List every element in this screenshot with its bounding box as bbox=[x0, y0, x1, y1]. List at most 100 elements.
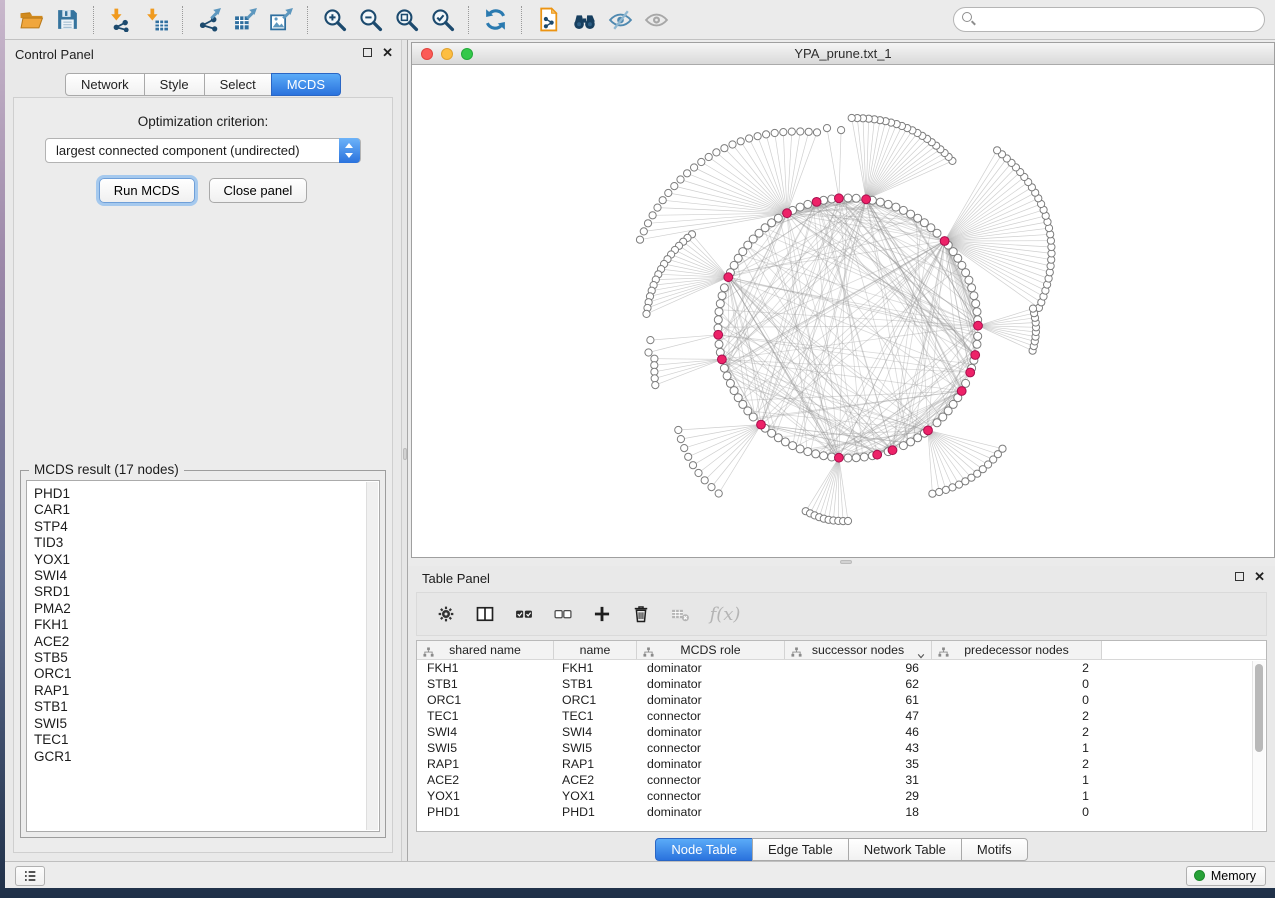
open-file-button[interactable] bbox=[13, 4, 49, 36]
list-icon bbox=[20, 868, 40, 884]
zoom-fit-button[interactable] bbox=[388, 4, 424, 36]
mcds-result-item[interactable]: ACE2 bbox=[34, 634, 379, 650]
tab-mcds[interactable]: MCDS bbox=[271, 73, 341, 96]
export-table-button[interactable] bbox=[227, 4, 263, 36]
cell-empty bbox=[1102, 692, 1266, 708]
result-list-scrollbar[interactable] bbox=[366, 482, 378, 830]
minimize-window-icon[interactable] bbox=[441, 48, 453, 60]
mcds-result-item[interactable]: TID3 bbox=[34, 535, 379, 551]
table-row[interactable]: RAP1RAP1dominator352 bbox=[417, 756, 1266, 772]
apply-layout-button[interactable] bbox=[477, 4, 513, 36]
mcds-result-item[interactable]: YOX1 bbox=[34, 552, 379, 568]
column-header-name[interactable]: name bbox=[554, 641, 637, 659]
unselect-all-button[interactable] bbox=[548, 599, 578, 629]
zoom-out-button[interactable] bbox=[352, 4, 388, 36]
table-row[interactable]: YOX1YOX1connector291 bbox=[417, 788, 1266, 804]
mcds-result-item[interactable]: SWI5 bbox=[34, 716, 379, 732]
column-label: successor nodes bbox=[812, 643, 904, 657]
hide-selected-button[interactable] bbox=[602, 4, 638, 36]
save-session-button[interactable] bbox=[49, 4, 85, 36]
mcds-result-item[interactable]: CAR1 bbox=[34, 502, 379, 518]
mcds-result-item[interactable]: TEC1 bbox=[34, 732, 379, 748]
mcds-result-item[interactable]: STB1 bbox=[34, 699, 379, 715]
run-mcds-button[interactable]: Run MCDS bbox=[99, 178, 195, 203]
find-button[interactable] bbox=[566, 4, 602, 36]
tab-edge-table[interactable]: Edge Table bbox=[752, 838, 849, 861]
mcds-result-item[interactable]: PMA2 bbox=[34, 601, 379, 617]
column-header-predecessor-nodes[interactable]: predecessor nodes bbox=[932, 641, 1102, 659]
task-history-button[interactable] bbox=[15, 866, 45, 886]
cell-empty bbox=[1102, 788, 1266, 804]
mcds-result-item[interactable]: SWI4 bbox=[34, 568, 379, 584]
table-panel-title: Table Panel bbox=[422, 571, 490, 586]
table-row[interactable]: PHD1PHD1dominator180 bbox=[417, 804, 1266, 820]
add-column-button[interactable] bbox=[587, 599, 617, 629]
table-row[interactable]: TEC1TEC1connector472 bbox=[417, 708, 1266, 724]
memory-button[interactable]: Memory bbox=[1186, 866, 1266, 886]
export-network-button[interactable] bbox=[191, 4, 227, 36]
network-view-window: YPA_prune.txt_1 bbox=[411, 42, 1275, 558]
mcds-result-item[interactable]: SRD1 bbox=[34, 584, 379, 600]
close-panel-button[interactable]: Close panel bbox=[209, 178, 308, 203]
close-panel-icon[interactable]: ✕ bbox=[1254, 571, 1265, 582]
network-from-selection-icon bbox=[536, 7, 561, 32]
mcds-result-item[interactable]: RAP1 bbox=[34, 683, 379, 699]
float-panel-icon[interactable] bbox=[1235, 572, 1244, 581]
mcds-result-item[interactable]: FKH1 bbox=[34, 617, 379, 633]
close-panel-icon[interactable]: ✕ bbox=[382, 47, 393, 58]
network-from-selection-button[interactable] bbox=[530, 4, 566, 36]
export-network-icon bbox=[197, 7, 222, 32]
import-network-button[interactable] bbox=[102, 4, 138, 36]
cell-successor-nodes: 18 bbox=[785, 804, 932, 820]
tab-network[interactable]: Network bbox=[65, 73, 145, 96]
tab-network-table[interactable]: Network Table bbox=[848, 838, 962, 861]
tab-select[interactable]: Select bbox=[204, 73, 272, 96]
column-header-successor-nodes[interactable]: successor nodes bbox=[785, 641, 932, 659]
cell-predecessor-nodes: 1 bbox=[932, 788, 1102, 804]
maximize-window-icon[interactable] bbox=[461, 48, 473, 60]
table-options-button[interactable] bbox=[431, 599, 461, 629]
network-canvas[interactable] bbox=[412, 66, 1274, 557]
show-all-button[interactable] bbox=[638, 4, 674, 36]
delete-column-button[interactable] bbox=[626, 599, 656, 629]
mcds-result-list[interactable]: PHD1CAR1STP4TID3YOX1SWI4SRD1PMA2FKH1ACE2… bbox=[26, 480, 380, 832]
column-header-MCDS-role[interactable]: MCDS role bbox=[637, 641, 785, 659]
table-row[interactable]: SWI5SWI5connector431 bbox=[417, 740, 1266, 756]
export-image-button[interactable] bbox=[263, 4, 299, 36]
table-row[interactable]: STB1STB1dominator620 bbox=[417, 676, 1266, 692]
delete-table-icon bbox=[670, 604, 690, 624]
criterion-select[interactable]: largest connected component (undirected) bbox=[45, 138, 361, 163]
float-panel-icon[interactable] bbox=[363, 48, 372, 57]
select-all-button[interactable] bbox=[509, 599, 539, 629]
show-columns-button[interactable] bbox=[470, 599, 500, 629]
splitter-grip-icon[interactable] bbox=[840, 560, 852, 564]
tab-node-table[interactable]: Node Table bbox=[655, 838, 753, 861]
mcds-result-item[interactable]: STB5 bbox=[34, 650, 379, 666]
unselect-all-icon bbox=[553, 604, 573, 624]
table-scrollbar[interactable] bbox=[1252, 661, 1265, 830]
mcds-result-item[interactable]: PHD1 bbox=[34, 486, 379, 502]
zoom-in-button[interactable] bbox=[316, 4, 352, 36]
close-window-icon[interactable] bbox=[421, 48, 433, 60]
table-row[interactable]: SWI4SWI4dominator462 bbox=[417, 724, 1266, 740]
desktop: Control Panel ✕ NetworkStyleSelectMCDS O… bbox=[0, 0, 1275, 898]
horizontal-splitter[interactable] bbox=[408, 558, 1275, 566]
network-titlebar[interactable]: YPA_prune.txt_1 bbox=[412, 43, 1274, 65]
table-scrollbar-thumb[interactable] bbox=[1255, 664, 1263, 752]
cell-predecessor-nodes: 0 bbox=[932, 692, 1102, 708]
cell-mcds-role: dominator bbox=[637, 660, 785, 676]
mcds-result-item[interactable]: GCR1 bbox=[34, 749, 379, 765]
vertical-splitter[interactable] bbox=[401, 40, 408, 861]
import-table-button[interactable] bbox=[138, 4, 174, 36]
search-input[interactable] bbox=[953, 7, 1265, 32]
column-header-shared-name[interactable]: shared name bbox=[417, 641, 554, 659]
mcds-result-item[interactable]: STP4 bbox=[34, 519, 379, 535]
tab-style[interactable]: Style bbox=[144, 73, 205, 96]
zoom-selected-button[interactable] bbox=[424, 4, 460, 36]
tab-motifs[interactable]: Motifs bbox=[961, 838, 1028, 861]
table-row[interactable]: ORC1ORC1dominator610 bbox=[417, 692, 1266, 708]
mcds-result-item[interactable]: ORC1 bbox=[34, 666, 379, 682]
splitter-grip-icon[interactable] bbox=[403, 448, 407, 460]
table-row[interactable]: ACE2ACE2connector311 bbox=[417, 772, 1266, 788]
table-row[interactable]: FKH1FKH1dominator962 bbox=[417, 660, 1266, 676]
